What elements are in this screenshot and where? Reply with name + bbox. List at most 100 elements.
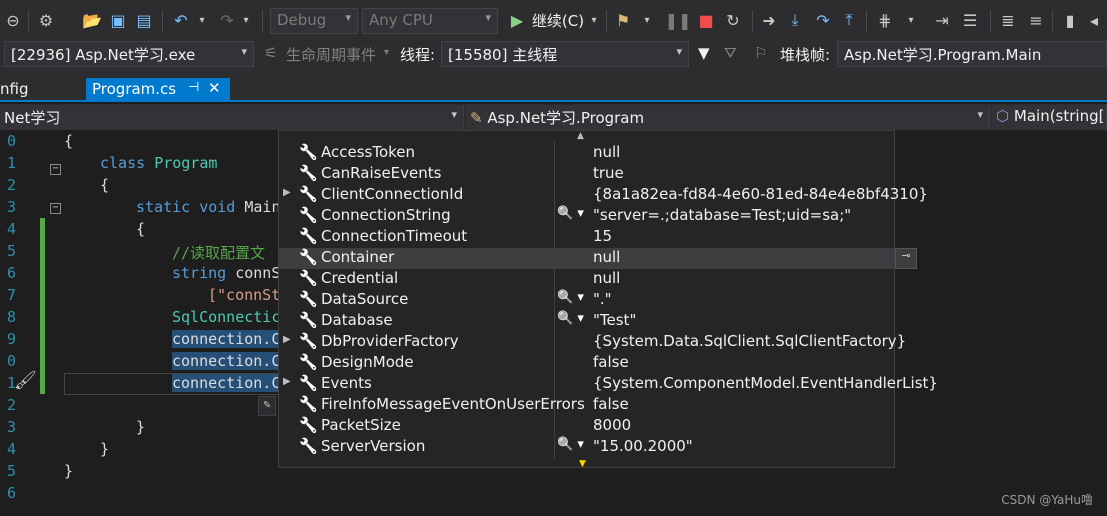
undo-icon[interactable]: ↶ (170, 8, 192, 32)
line-number: 5 (6, 242, 16, 260)
magnifier-icon[interactable]: 🔍 ▾ (557, 290, 584, 305)
close-icon[interactable]: ✕ (208, 79, 221, 97)
chevron-down-icon[interactable]: ▾ (588, 8, 600, 32)
datatip-row[interactable]: 🔧 Credential null (279, 269, 894, 290)
datatip-property-value[interactable]: {8a1a82ea-fd84-4e60-81ed-84e4e8bf4310} (593, 185, 928, 203)
lifecycle-events-button[interactable]: 生命周期事件 (286, 44, 376, 65)
process-select[interactable]: [22936] Asp.Net学习.exe ▾ (4, 41, 254, 67)
brush-pin-icon[interactable]: 🖌 (14, 370, 37, 391)
quick-actions-icon[interactable]: ✎ (258, 396, 276, 416)
play-icon[interactable]: ▶ (508, 8, 526, 32)
datatip-row[interactable]: 🔧 CanRaiseEvents true (279, 164, 894, 185)
chevron-down-icon[interactable]: ▾ (240, 8, 252, 32)
project-dropdown[interactable]: Net学习 ▾ (0, 105, 464, 130)
magnifier-icon[interactable]: 🔍 ▾ (557, 311, 584, 326)
datatip-row[interactable]: 🔧 PacketSize 8000 (279, 416, 894, 437)
tab-program-cs[interactable]: Program.cs ⊣ ✕ (86, 78, 230, 102)
datatip-row[interactable]: 🔧 ConnectionString 🔍 ▾ "server=.;database=T… (279, 206, 894, 227)
step-over-icon[interactable]: ↷ (812, 8, 834, 32)
lifecycle-events-icon[interactable]: ⚟ (264, 44, 277, 62)
selected-connection[interactable]: connection.C (172, 330, 281, 348)
datatip-property-value[interactable]: true (593, 164, 624, 182)
datatip-row[interactable]: 🔧 DataSource 🔍 ▾ "." (279, 290, 894, 311)
pin-datatip-icon[interactable]: ⊸ (895, 248, 917, 269)
step-into-icon[interactable]: ⤓ (786, 8, 804, 32)
filter-clear-icon[interactable]: ⛛ (724, 44, 737, 62)
save-all-icon[interactable]: ▤ (134, 8, 154, 32)
step-out-icon[interactable]: ⤒ (840, 8, 858, 32)
new-item-icon[interactable]: ⚙ (36, 8, 56, 32)
hex-display-icon[interactable]: ⋕ (874, 8, 896, 32)
code-line: connection.C (172, 330, 281, 348)
class-dropdown[interactable]: ✎ Asp.Net学习.Program ▾ (466, 105, 990, 130)
tab-config[interactable]: nfig (0, 78, 34, 102)
datatip-row[interactable]: 🔧 DesignMode false (279, 353, 894, 374)
magnifier-icon[interactable]: 🔍 ▾ (557, 206, 584, 221)
expand-triangle-icon[interactable]: ▶ (283, 334, 291, 345)
datatip-popup[interactable]: ▲ 🔧 AccessToken null 🔧 CanRaiseEvents true ▶ 🔧 C… (278, 130, 938, 469)
restart-icon[interactable]: ↻ (722, 8, 744, 32)
comment-icon[interactable]: ≣ (998, 8, 1018, 32)
datatip-row[interactable]: 🔧 AccessToken null (279, 143, 894, 164)
datatip-property-value[interactable]: null (593, 269, 620, 287)
stack-frame-select[interactable]: Asp.Net学习.Program.Main (837, 41, 1107, 67)
datatip-row[interactable]: ▶ 🔧 DbProviderFactory {System.Data.SqlClien… (279, 332, 906, 353)
datatip-row[interactable]: ▶ 🔧 Events {System.ComponentModel.EventHand… (279, 374, 938, 395)
continue-button[interactable]: 继续(C) (530, 8, 586, 32)
datatip-property-value[interactable]: 15 (593, 227, 612, 245)
datatip-row[interactable]: 🔧 ServerVersion 🔍 ▾ "15.00.2000" (279, 437, 894, 458)
filter-icon[interactable]: ▼ (698, 44, 710, 62)
datatip-property-value[interactable]: false (593, 395, 629, 413)
bookmark-prev-icon[interactable]: ◂ (1086, 8, 1102, 32)
selected-connection[interactable]: connection.C (172, 352, 281, 370)
fold-toggle-icon[interactable]: − (50, 203, 61, 214)
open-folder-icon[interactable]: 📂 (82, 8, 102, 32)
scroll-down-icon[interactable]: ▼ (579, 459, 586, 469)
fold-toggle-icon[interactable]: − (50, 164, 61, 175)
solution-config-select[interactable]: Debug ▾ (270, 8, 358, 34)
datatip-row[interactable]: 🔧 FireInfoMessageEventOnUserErrors false (279, 395, 894, 416)
line-number: 6 (6, 264, 16, 282)
datatip-row[interactable]: ▶ 🔧 ClientConnectionId {8a1a82ea-fd84-4e60-… (279, 185, 928, 206)
datatip-row[interactable]: 🔧 Container null (279, 248, 894, 269)
datatip-property-value[interactable]: 8000 (593, 416, 631, 434)
expand-triangle-icon[interactable]: ▶ (283, 376, 291, 387)
datatip-property-value[interactable]: false (593, 353, 629, 371)
uncomment-icon[interactable]: ≡ (1026, 8, 1046, 32)
platform-select[interactable]: Any CPU ▾ (362, 8, 498, 34)
datatip-property-value[interactable]: null (593, 143, 620, 161)
show-next-statement-icon[interactable]: ➜ (760, 8, 778, 32)
datatip-property-value[interactable]: "server=.;database=Test;uid=sa;" (593, 206, 851, 224)
datatip-property-value[interactable]: {System.Data.SqlClient.SqlClientFactory} (593, 332, 906, 350)
datatip-property-value[interactable]: "15.00.2000" (593, 437, 693, 455)
datatip-row[interactable]: 🔧 Database 🔍 ▾ "Test" (279, 311, 894, 332)
save-icon[interactable]: ▣ (108, 8, 128, 32)
scroll-up-icon[interactable]: ▲ (577, 131, 584, 141)
indent-icon[interactable]: ⇥ (932, 8, 952, 32)
layout-icon[interactable]: ☰ (960, 8, 980, 32)
magnifier-icon[interactable]: 🔍 ▾ (557, 437, 584, 452)
datatip-property-value[interactable]: "." (593, 290, 612, 308)
flag-threads-icon[interactable]: ⚐ (754, 44, 767, 62)
process-icon[interactable]: ⚑ (612, 8, 634, 32)
datatip-property-value[interactable]: null (593, 248, 620, 266)
expand-triangle-icon[interactable]: ▶ (283, 187, 291, 198)
bookmark-icon[interactable]: ▮ (1060, 8, 1080, 32)
datatip-property-value[interactable]: {System.ComponentModel.EventHandlerList} (593, 374, 938, 392)
datatip-property-value[interactable]: "Test" (593, 311, 636, 329)
redo-icon[interactable]: ↷ (216, 8, 238, 32)
pause-icon[interactable]: ❚❚ (665, 8, 692, 32)
chevron-down-icon[interactable]: ▾ (196, 8, 208, 32)
stop-icon[interactable]: ■ (698, 8, 714, 32)
pin-icon[interactable]: ⊣ (188, 80, 199, 95)
line-number: 6 (6, 484, 16, 502)
chevron-down-icon[interactable]: ▾ (640, 8, 654, 32)
datatip-property-name: ConnectionTimeout (321, 227, 468, 245)
member-dropdown[interactable]: ⬡ Main(string[] (992, 105, 1107, 130)
selected-connection[interactable]: connection.C (172, 374, 281, 392)
thread-select[interactable]: [15580] 主线程 ▾ (441, 41, 689, 67)
back-icon[interactable]: ⊖ (4, 8, 22, 32)
chevron-down-icon[interactable]: ▾ (904, 8, 918, 32)
datatip-row[interactable]: 🔧 ConnectionTimeout 15 (279, 227, 894, 248)
chevron-down-icon[interactable]: ▾ (384, 47, 389, 58)
